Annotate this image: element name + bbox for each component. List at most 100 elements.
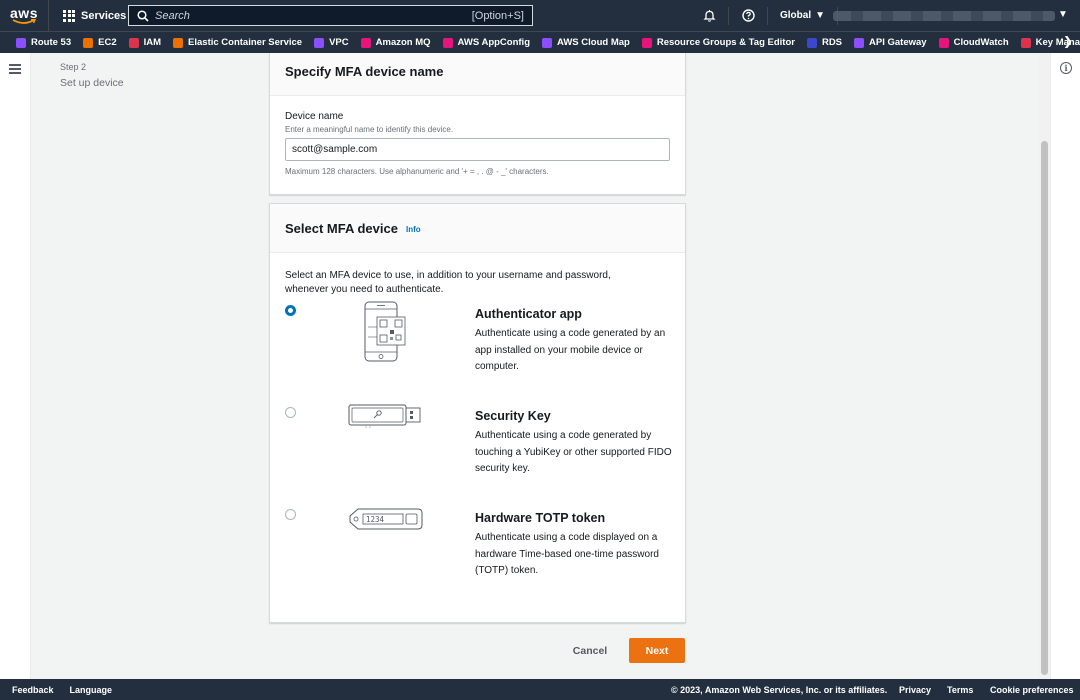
cancel-button[interactable]: Cancel — [561, 638, 619, 663]
service-icon — [16, 37, 26, 48]
favorite-item[interactable]: RDS — [806, 37, 843, 48]
option-description: Authenticate using a code displayed on a… — [475, 532, 659, 576]
privacy-link[interactable]: Privacy — [899, 685, 931, 695]
favorite-label: Key Managemer — [1035, 37, 1080, 48]
scrollbar-thumb[interactable] — [1041, 141, 1048, 675]
caret-down-icon: ▼ — [815, 10, 826, 21]
service-icon — [442, 37, 453, 48]
favorite-item[interactable]: CloudWatch — [938, 37, 1009, 48]
service-icon — [542, 37, 552, 48]
service-icon — [854, 37, 865, 48]
radio-security-key[interactable] — [285, 407, 296, 418]
device-name-input[interactable]: scott@sample.com — [285, 138, 670, 161]
bell-icon — [702, 10, 716, 22]
service-icon — [360, 37, 371, 48]
favorite-label: Route 53 — [31, 37, 72, 48]
option-title: Authenticator app — [475, 307, 582, 321]
service-icon — [938, 37, 949, 48]
help-icon — [741, 9, 755, 22]
service-icon — [314, 37, 325, 48]
phone-qr-icon — [364, 301, 406, 362]
usb-key-icon — [348, 404, 421, 428]
top-navigation: aws Services Search [Option+S] Global ▼ … — [0, 0, 1080, 31]
favorite-label: IAM — [143, 37, 162, 48]
token-digits: 1234 — [366, 515, 385, 524]
favorite-item[interactable]: VPC — [314, 37, 349, 48]
panel-title: Specify MFA device name — [270, 53, 685, 96]
tools-panel: i — [1050, 53, 1080, 679]
search-shortcut: [Option+S] — [471, 9, 524, 22]
navigation-drawer — [0, 53, 31, 679]
next-button[interactable]: Next — [629, 638, 685, 663]
info-link[interactable]: Info — [406, 225, 421, 234]
region-selector[interactable]: Global ▼ — [768, 10, 837, 21]
step-number: Step 2 — [60, 62, 87, 72]
device-name-label: Device name — [285, 111, 344, 122]
service-icon — [83, 37, 94, 48]
service-icon — [173, 37, 184, 48]
info-icon[interactable]: i — [1060, 62, 1072, 74]
copyright-text: © 2023, Amazon Web Services, Inc. or its… — [671, 684, 888, 695]
favorite-label: Elastic Container Service — [188, 37, 303, 48]
favorite-item[interactable]: AWS AppConfig — [442, 37, 530, 48]
favorite-item[interactable]: AWS Cloud Map — [542, 37, 630, 48]
device-name-constraint: Maximum 128 characters. Use alphanumeric… — [285, 167, 549, 176]
terms-link[interactable]: Terms — [947, 685, 973, 695]
service-icon — [806, 37, 817, 48]
cookie-preferences-link[interactable]: Cookie preferences — [990, 685, 1074, 695]
option-title: Hardware TOTP token — [475, 511, 606, 525]
service-icon — [1020, 37, 1031, 48]
services-menu-button[interactable]: Services — [48, 0, 136, 31]
help-button[interactable] — [729, 0, 767, 31]
aws-logo-text: aws — [10, 4, 38, 21]
notifications-button[interactable] — [690, 0, 728, 31]
favorite-label: CloudWatch — [953, 37, 1009, 48]
favorite-item[interactable]: Route 53 — [16, 37, 71, 48]
favorite-item[interactable]: EC2 — [83, 37, 117, 48]
option-description: Authenticate using a code generated by a… — [475, 328, 666, 372]
chevron-right-icon[interactable]: ❯ — [1063, 34, 1073, 48]
favorite-label: VPC — [329, 37, 349, 48]
nav-right-group: Global ▼ — [690, 0, 839, 31]
mfa-device-panel: Select MFA device Info Select an MFA dev… — [269, 203, 686, 623]
radio-authenticator-app[interactable] — [285, 305, 296, 316]
aws-smile-icon — [12, 18, 36, 24]
favorite-label: Amazon MQ — [375, 37, 431, 48]
search-input[interactable]: Search [Option+S] — [128, 5, 533, 26]
favorite-item[interactable]: API Gateway — [854, 37, 927, 48]
caret-down-icon[interactable]: ▼ — [1058, 9, 1068, 20]
device-name-panel: Specify MFA device name Device name Ente… — [269, 53, 686, 195]
favorite-label: API Gateway — [869, 37, 927, 48]
scrollbar[interactable] — [1039, 53, 1050, 679]
favorite-label: AWS Cloud Map — [557, 37, 630, 48]
favorite-label: Resource Groups & Tag Editor — [656, 37, 795, 48]
service-icon — [641, 37, 652, 48]
footer: Feedback Language © 2023, Amazon Web Ser… — [0, 679, 1080, 700]
panel-title: Select MFA device — [285, 220, 398, 236]
services-label: Services — [81, 9, 127, 22]
step-title[interactable]: Set up device — [60, 77, 124, 89]
service-icon — [128, 37, 139, 48]
aws-logo[interactable]: aws — [0, 0, 48, 31]
language-link[interactable]: Language — [70, 685, 113, 695]
favorite-item[interactable]: Elastic Container Service — [173, 37, 302, 48]
favorite-label: RDS — [821, 37, 843, 48]
option-description: Authenticate using a code generated by t… — [475, 430, 672, 474]
favorite-label: AWS AppConfig — [457, 37, 530, 48]
favorite-item[interactable]: Amazon MQ — [360, 37, 431, 48]
grid-icon — [63, 9, 75, 22]
option-title: Security Key — [475, 409, 551, 423]
account-menu-redacted[interactable] — [833, 11, 1055, 21]
search-icon — [137, 9, 149, 22]
menu-icon[interactable] — [9, 64, 21, 76]
favorites-bar: Route 53 EC2 IAM Elastic Container Service V… — [0, 31, 1080, 53]
feedback-link[interactable]: Feedback — [12, 685, 54, 695]
search-placeholder: Search — [155, 9, 190, 22]
favorite-label: EC2 — [98, 37, 117, 48]
device-name-description: Enter a meaningful name to identify this… — [285, 125, 454, 134]
favorite-item[interactable]: IAM — [128, 37, 162, 48]
region-label: Global — [780, 10, 812, 21]
favorite-item[interactable]: Resource Groups & Tag Editor — [641, 37, 795, 48]
mfa-intro-text: Select an MFA device to use, in addition… — [285, 270, 611, 295]
radio-hardware-totp[interactable] — [285, 509, 296, 520]
